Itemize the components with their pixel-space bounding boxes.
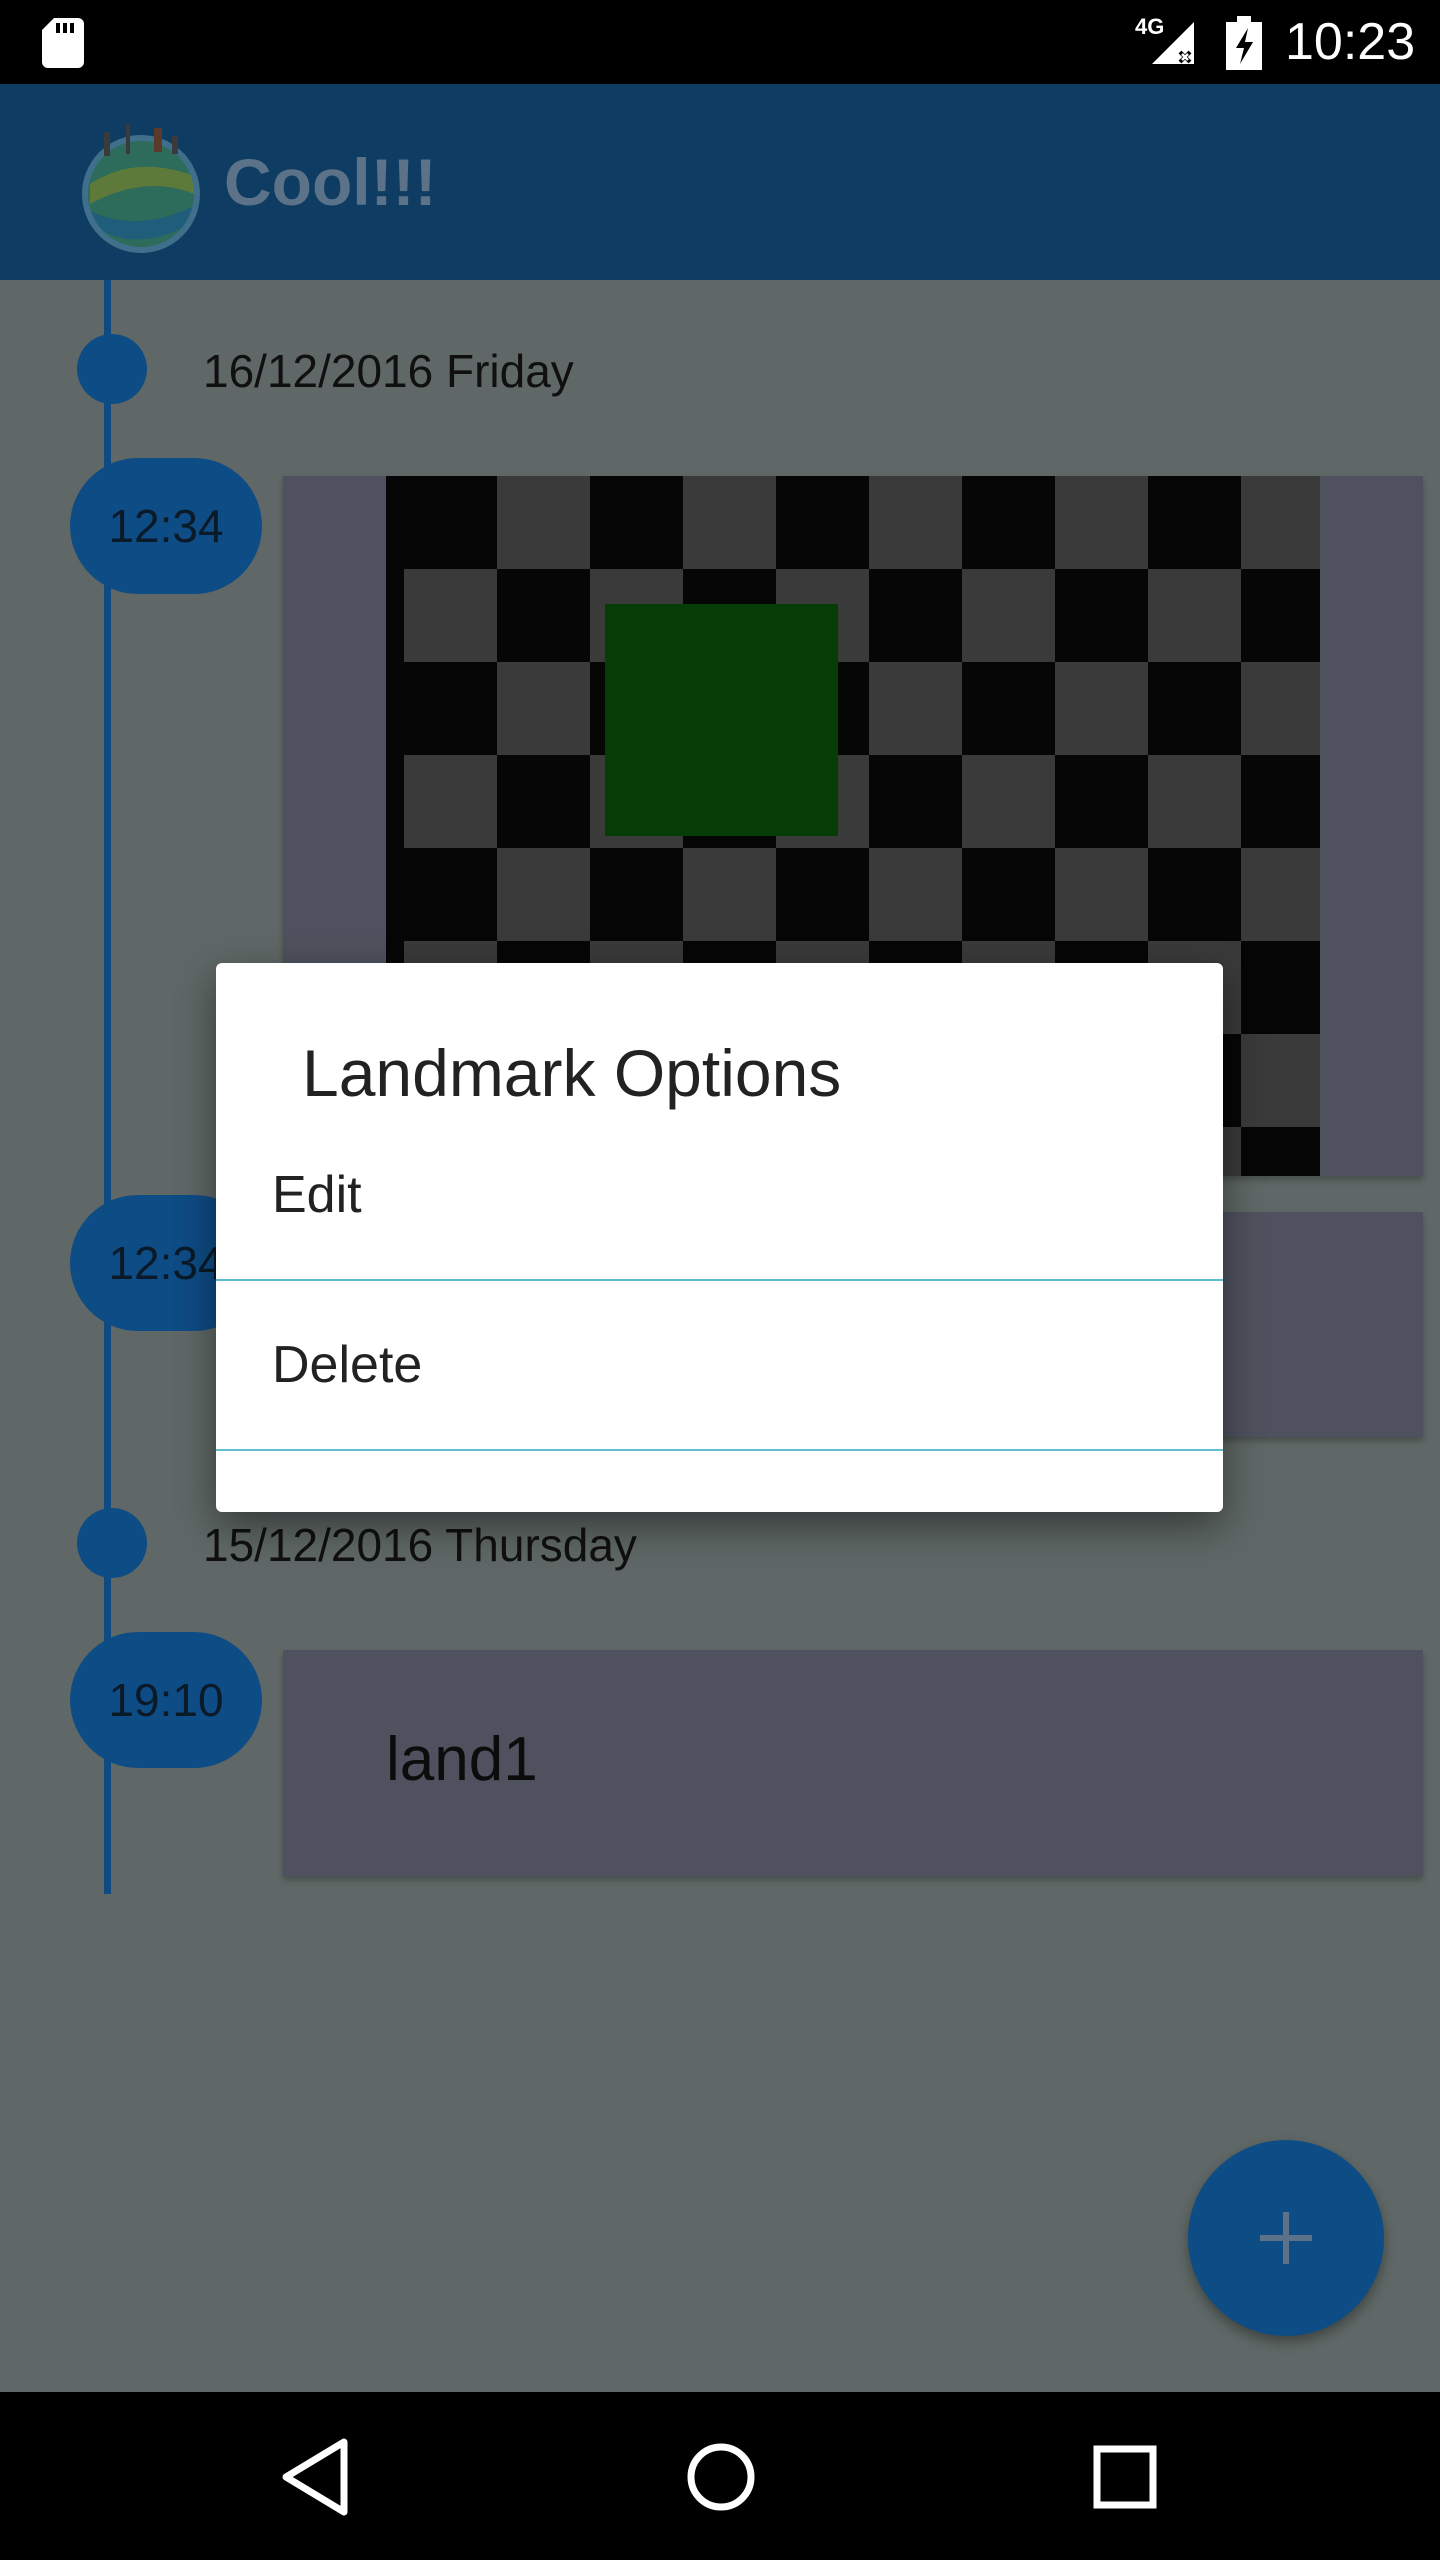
day-label: 16/12/2016 Friday (203, 345, 574, 397)
app-title: Cool!!! (224, 145, 437, 219)
globe-logo (82, 124, 200, 253)
navigation-bar (0, 2392, 1440, 2560)
day-label: 15/12/2016 Thursday (203, 1519, 637, 1571)
status-bar: 4G 10:23 (0, 0, 1440, 84)
recents-icon[interactable] (1080, 2432, 1170, 2522)
time-badge: 19:10 (70, 1632, 262, 1768)
plus-icon (1260, 2212, 1312, 2264)
app-bar: Cool!!! (0, 84, 1440, 280)
sd-card-icon (42, 18, 84, 68)
day-marker (77, 334, 147, 404)
add-landmark-button[interactable] (1188, 2140, 1384, 2336)
delete-option[interactable]: Delete (216, 1283, 1223, 1451)
edit-option[interactable]: Edit (216, 1113, 1223, 1281)
landmark-options-dialog: Landmark Options Edit Delete (216, 963, 1223, 1512)
landmark-card[interactable]: land1 (283, 1650, 1423, 1876)
home-icon[interactable] (676, 2432, 766, 2522)
edit-option-label: Edit (272, 1166, 362, 1224)
back-icon[interactable] (272, 2432, 362, 2522)
battery-charging-icon (1226, 16, 1262, 70)
signal-no-data-icon (1152, 22, 1194, 64)
dialog-title: Landmark Options (302, 1036, 842, 1110)
delete-option-label: Delete (272, 1336, 423, 1394)
status-clock: 10:23 (1285, 13, 1416, 71)
landmark-name: land1 (386, 1725, 538, 1794)
time-badge: 12:34 (70, 458, 262, 594)
day-marker (77, 1508, 147, 1578)
